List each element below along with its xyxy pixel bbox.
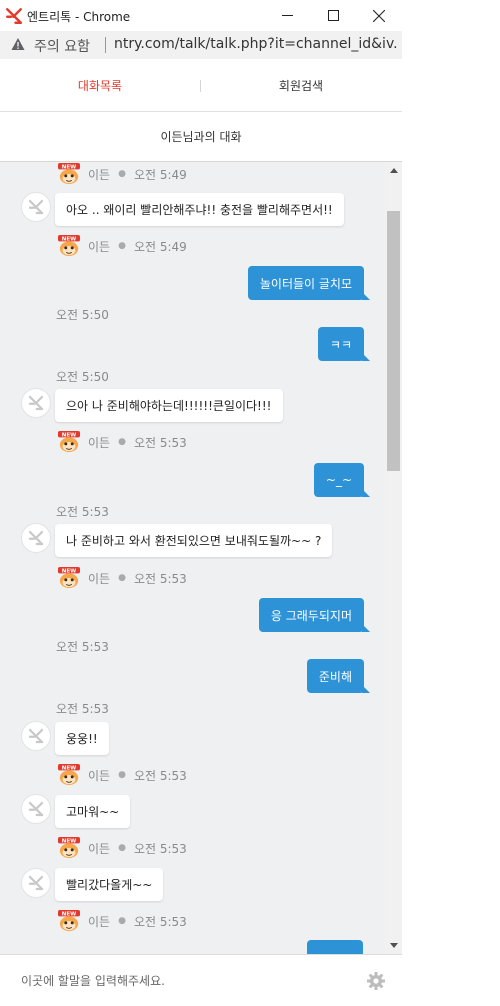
incoming-message: 나 준비하고 와서 환전되있으면 보내줘도될까~~ ? xyxy=(55,524,333,557)
user-avatar-icon xyxy=(27,727,45,745)
avatar[interactable] xyxy=(21,192,51,222)
tab-bar: 대화목록 회원검색 xyxy=(0,59,402,112)
window-title: 엔트리톡 - Chrome xyxy=(27,10,131,24)
separator-dot: ● xyxy=(118,916,126,926)
address-bar[interactable]: 주의 요함 ntry.com/talk/talk.php?it=channel_… xyxy=(0,31,402,59)
close-button[interactable] xyxy=(356,0,402,31)
new-badge-icon xyxy=(56,163,82,185)
incoming-meta: 이든 ● 오전 5:53 xyxy=(56,765,187,785)
avatar[interactable] xyxy=(21,721,51,751)
new-badge-icon xyxy=(56,764,82,786)
avatar[interactable] xyxy=(21,388,51,418)
user-avatar-icon xyxy=(27,874,45,892)
maximize-button[interactable] xyxy=(310,0,356,31)
arrow-down-icon xyxy=(389,943,398,948)
separator-dot: ● xyxy=(118,437,126,447)
user-avatar-icon xyxy=(27,198,45,216)
outgoing-time: 오전 5:53 xyxy=(56,505,109,519)
new-badge-icon xyxy=(56,910,82,932)
address-separator xyxy=(105,37,106,53)
tab-conversation-list[interactable]: 대화목록 xyxy=(0,59,200,112)
avatar[interactable] xyxy=(21,794,51,824)
message-time: 오전 5:53 xyxy=(133,571,187,586)
separator-dot: ● xyxy=(118,573,126,583)
outgoing-time: 오전 5:53 xyxy=(56,702,109,716)
message-input[interactable] xyxy=(21,971,341,991)
sender-name: 이든 xyxy=(88,914,111,929)
separator-dot: ● xyxy=(118,770,126,780)
outgoing-message-partial xyxy=(307,940,363,954)
user-avatar-icon xyxy=(27,394,45,412)
entry-talk-logo-icon xyxy=(6,8,22,24)
title-bar: 엔트리톡 - Chrome xyxy=(0,0,402,31)
incoming-message: 고마워~~ xyxy=(55,795,131,828)
outgoing-message: 응 그래두되지머 xyxy=(258,598,371,632)
separator-dot: ● xyxy=(118,241,126,251)
url-text[interactable]: ntry.com/talk/talk.php?it=channel_id&iv.… xyxy=(114,36,398,52)
security-label[interactable]: 주의 요함 xyxy=(34,36,90,56)
message-time: 오전 5:53 xyxy=(133,841,187,856)
message-time: 오전 5:53 xyxy=(133,435,187,450)
message-time: 오전 5:49 xyxy=(133,239,187,254)
message-input-bar xyxy=(0,954,402,1006)
maximize-icon xyxy=(327,10,339,21)
outgoing-message: ~_~ xyxy=(313,463,371,497)
sender-name: 이든 xyxy=(88,841,111,856)
chat-log[interactable]: 이든 ● 오전 5:49 아오 .. 왜이리 빨리안해주냐!! 충전을 빨리해주… xyxy=(0,162,402,954)
message-time: 오전 5:49 xyxy=(133,167,187,182)
sender-name: 이든 xyxy=(88,571,111,586)
outgoing-time: 오전 5:50 xyxy=(56,370,109,384)
gear-icon[interactable] xyxy=(366,971,386,991)
separator-dot: ● xyxy=(118,169,126,179)
sender-name: 이든 xyxy=(88,768,111,783)
scroll-down-button[interactable] xyxy=(385,937,402,954)
browser-window: 엔트리톡 - Chrome 주의 요함 ntry.com/talk/talk.p… xyxy=(0,0,402,1006)
minimize-button[interactable] xyxy=(264,0,310,31)
new-badge-icon xyxy=(56,567,82,589)
incoming-meta: 이든 ● 오전 5:53 xyxy=(56,838,187,858)
new-badge-icon xyxy=(56,235,82,257)
user-avatar-icon xyxy=(27,800,45,818)
outgoing-time: 오전 5:53 xyxy=(56,640,109,654)
outgoing-message: ㅋㅋ xyxy=(317,327,371,361)
incoming-meta: 이든 ● 오전 5:53 xyxy=(56,911,187,931)
chat-scrollbar[interactable] xyxy=(385,162,402,954)
incoming-meta: 이든 ● 오전 5:49 xyxy=(56,164,187,184)
message-time: 오전 5:53 xyxy=(133,768,187,783)
new-badge-icon xyxy=(56,431,82,453)
close-icon xyxy=(373,9,385,22)
sender-name: 이든 xyxy=(88,239,111,254)
minimize-icon xyxy=(281,15,293,16)
incoming-message: 빨리갔다올게~~ xyxy=(55,868,164,901)
outgoing-message: 준비해 xyxy=(306,659,371,693)
avatar[interactable] xyxy=(21,868,51,898)
avatar[interactable] xyxy=(21,523,51,553)
outgoing-time: 오전 5:50 xyxy=(56,308,109,322)
incoming-message: 으아 나 준비해야하는데!!!!!!큰일이다!!! xyxy=(55,389,283,422)
new-badge-icon xyxy=(56,837,82,859)
incoming-meta: 이든 ● 오전 5:49 xyxy=(56,236,187,256)
incoming-meta: 이든 ● 오전 5:53 xyxy=(56,568,187,588)
conversation-title: 이든님과의 대화 xyxy=(0,112,402,162)
message-time: 오전 5:53 xyxy=(133,914,187,929)
sender-name: 이든 xyxy=(88,435,111,450)
incoming-message: 아오 .. 왜이리 빨리안해주냐!! 충전을 빨리해주면서!! xyxy=(55,193,344,226)
scroll-up-button[interactable] xyxy=(385,162,402,179)
sender-name: 이든 xyxy=(88,167,111,182)
warning-icon xyxy=(11,38,25,50)
tab-member-search[interactable]: 회원검색 xyxy=(201,59,401,112)
incoming-message: 웅웅!! xyxy=(55,722,109,755)
incoming-meta: 이든 ● 오전 5:53 xyxy=(56,432,187,452)
outgoing-message: 놀이터들이 글치모 xyxy=(247,266,371,300)
scrollbar-thumb[interactable] xyxy=(387,211,400,471)
user-avatar-icon xyxy=(27,529,45,547)
separator-dot: ● xyxy=(118,843,126,853)
arrow-up-icon xyxy=(389,168,398,173)
